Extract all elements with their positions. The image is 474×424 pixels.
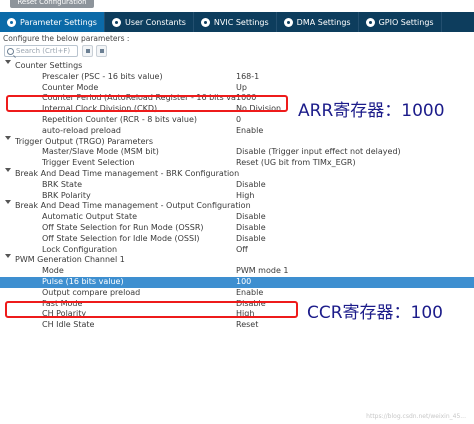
param-row[interactable]: Lock Configuration Off bbox=[0, 245, 474, 256]
group-title: Break And Dead Time management - BRK Con… bbox=[15, 168, 240, 178]
param-value[interactable]: Up bbox=[236, 83, 474, 94]
expand-all-button[interactable] bbox=[82, 45, 93, 57]
group-title: Break And Dead Time management - Output … bbox=[15, 201, 251, 211]
param-value[interactable]: Disable bbox=[236, 234, 474, 245]
param-row[interactable]: Off State Selection for Run Mode (OSSR) D… bbox=[0, 223, 474, 234]
param-row[interactable]: BRK Polarity High bbox=[0, 191, 474, 202]
param-value[interactable]: Disable bbox=[236, 212, 474, 223]
gear-icon bbox=[365, 17, 375, 27]
param-name: Trigger Event Selection bbox=[42, 158, 135, 168]
param-value[interactable]: Disable bbox=[236, 223, 474, 234]
watermark: https://blog.csdn.net/weixin_45... bbox=[366, 413, 466, 420]
param-name: Master/Slave Mode (MSM bit) bbox=[42, 147, 159, 157]
param-row[interactable]: Off State Selection for Idle Mode (OSSI)… bbox=[0, 234, 474, 245]
param-row[interactable]: BRK State Disable bbox=[0, 180, 474, 191]
chevron-down-icon[interactable] bbox=[5, 135, 11, 140]
chevron-down-icon[interactable] bbox=[5, 167, 11, 172]
param-row[interactable]: Automatic Output State Disable bbox=[0, 212, 474, 223]
param-name: Counter Mode bbox=[42, 82, 99, 92]
param-name: BRK State bbox=[42, 179, 83, 189]
gear-icon bbox=[283, 17, 293, 27]
chevron-down-icon[interactable] bbox=[5, 254, 11, 259]
configure-label: Configure the below parameters : bbox=[3, 34, 130, 43]
ccr-highlight-box bbox=[5, 301, 298, 318]
chevron-down-icon[interactable] bbox=[5, 200, 11, 205]
param-value[interactable]: Disable (Trigger input effect not delaye… bbox=[236, 147, 474, 158]
search-box[interactable] bbox=[4, 45, 78, 57]
arr-annotation: ARR寄存器：1000 bbox=[298, 101, 445, 121]
tab-gpio-settings[interactable]: GPIO Settings bbox=[359, 12, 442, 32]
tab-label: GPIO Settings bbox=[378, 17, 434, 27]
param-row[interactable]: Prescaler (PSC - 16 bits value) 168-1 bbox=[0, 72, 474, 83]
param-name: Off State Selection for Idle Mode (OSSI) bbox=[42, 233, 200, 243]
group-title: Trigger Output (TRGO) Parameters bbox=[15, 136, 153, 146]
search-input[interactable] bbox=[16, 47, 74, 55]
tab-label: NVIC Settings bbox=[213, 17, 269, 27]
gear-icon bbox=[200, 17, 210, 27]
param-name: Off State Selection for Run Mode (OSSR) bbox=[42, 222, 204, 232]
param-value[interactable]: Disable bbox=[236, 180, 474, 191]
tab-label: User Constants bbox=[124, 17, 186, 27]
param-name: Automatic Output State bbox=[42, 212, 138, 222]
group-trigger-output[interactable]: Trigger Output (TRGO) Parameters bbox=[0, 135, 474, 148]
tab-label: Parameter Settings bbox=[20, 17, 97, 27]
ccr-annotation: CCR寄存器：100 bbox=[307, 303, 443, 323]
param-name: BRK Polarity bbox=[42, 190, 91, 200]
param-row[interactable]: Master/Slave Mode (MSM bit) Disable (Trig… bbox=[0, 147, 474, 158]
param-value[interactable]: 168-1 bbox=[236, 72, 474, 83]
gear-icon bbox=[111, 17, 121, 27]
param-name: Lock Configuration bbox=[42, 244, 118, 254]
param-row[interactable]: Mode PWM mode 1 bbox=[0, 266, 474, 277]
param-name: Prescaler (PSC - 16 bits value) bbox=[42, 71, 163, 81]
group-output-configuration[interactable]: Break And Dead Time management - Output … bbox=[0, 200, 474, 212]
group-title: Counter Settings bbox=[15, 61, 83, 70]
param-value[interactable]: Off bbox=[236, 245, 474, 256]
param-value[interactable]: 100 bbox=[236, 277, 474, 288]
param-value[interactable]: Reset (UG bit from TIMx_EGR) bbox=[236, 158, 474, 169]
reset-strip: Reset Configuration bbox=[0, 0, 474, 10]
tab-bar: Parameter Settings User Constants NVIC S… bbox=[0, 12, 474, 32]
arr-highlight-box bbox=[6, 95, 288, 112]
param-row[interactable]: Counter Mode Up bbox=[0, 83, 474, 94]
tab-parameter-settings[interactable]: Parameter Settings bbox=[0, 12, 105, 32]
search-icon bbox=[7, 47, 14, 55]
tab-label: DMA Settings bbox=[296, 17, 351, 27]
param-value[interactable]: PWM mode 1 bbox=[236, 266, 474, 277]
param-row[interactable]: Trigger Event Selection Reset (UG bit fro… bbox=[0, 158, 474, 169]
param-name: auto-reload preload bbox=[42, 125, 121, 135]
param-name: Output compare preload bbox=[42, 287, 141, 297]
param-name: Repetition Counter (RCR - 8 bits value) bbox=[42, 114, 198, 124]
group-title: PWM Generation Channel 1 bbox=[15, 255, 125, 265]
param-row[interactable]: Output compare preload Enable bbox=[0, 288, 474, 299]
param-value[interactable]: High bbox=[236, 191, 474, 202]
param-name: Mode bbox=[42, 266, 64, 276]
reset-configuration-button[interactable]: Reset Configuration bbox=[10, 0, 94, 8]
param-row-selected[interactable]: Pulse (16 bits value) 100 bbox=[0, 276, 474, 288]
tab-nvic-settings[interactable]: NVIC Settings bbox=[194, 12, 277, 32]
group-pwm-channel-1[interactable]: PWM Generation Channel 1 bbox=[0, 254, 474, 266]
group-counter-settings[interactable]: Counter Settings bbox=[0, 60, 474, 72]
param-value[interactable]: Enable bbox=[236, 126, 474, 137]
param-name: Pulse (16 bits value) bbox=[42, 276, 124, 286]
param-value[interactable]: Enable bbox=[236, 288, 474, 299]
param-row[interactable]: auto-reload preload Enable bbox=[0, 126, 474, 137]
param-name: CH Idle State bbox=[42, 320, 95, 330]
chevron-down-icon[interactable] bbox=[5, 60, 11, 64]
collapse-all-button[interactable] bbox=[96, 45, 107, 57]
group-brk-configuration[interactable]: Break And Dead Time management - BRK Con… bbox=[0, 167, 474, 180]
gear-icon bbox=[7, 17, 16, 27]
tab-dma-settings[interactable]: DMA Settings bbox=[277, 12, 359, 32]
tab-user-constants[interactable]: User Constants bbox=[105, 12, 194, 32]
